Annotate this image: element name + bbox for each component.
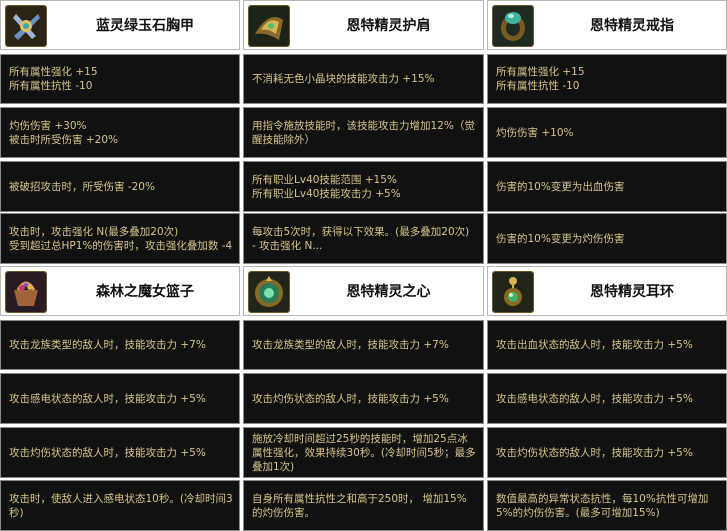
item-title: 恩特精灵之心 bbox=[346, 284, 431, 300]
effect-cell: 攻击龙族类型的敌人时，技能攻击力 +7% bbox=[243, 320, 484, 370]
effect-cell: 被破招攻击时，所受伤害 -20% bbox=[0, 161, 240, 212]
effect-text: 伤害的10%变更为出血伤害 bbox=[496, 180, 720, 194]
effect-line: 攻击感电状态的敌人时，技能攻击力 +5% bbox=[496, 392, 693, 405]
effect-line: 所有属性强化 +15 bbox=[496, 66, 585, 78]
effect-text: 施放冷却时间超过25秒的技能时，增加25点冰属性强化，效果持续30秒。(冷却时间… bbox=[252, 432, 477, 474]
effect-line: 攻击时，攻击强化 N(最多叠加20次) bbox=[9, 225, 179, 238]
effect-cell: 不消耗无色小晶块的技能攻击力 +15% bbox=[243, 54, 484, 104]
item-title: 恩特精灵戒指 bbox=[590, 18, 674, 34]
effect-cell: 攻击感电状态的敌人时，技能攻击力 +5% bbox=[487, 373, 727, 424]
effect-text: 攻击感电状态的敌人时，技能攻击力 +5% bbox=[9, 392, 233, 406]
effect-text: 被破招攻击时，所受伤害 -20% bbox=[9, 180, 233, 194]
heart-gem-icon bbox=[248, 271, 290, 313]
effect-text: 不消耗无色小晶块的技能攻击力 +15% bbox=[252, 72, 477, 86]
effect-line: 受到超过总HP1%的伤害时，攻击强化叠加数 -4 bbox=[9, 239, 233, 252]
item-header: 恩特精灵耳环 bbox=[487, 266, 727, 316]
effect-cell: 伤害的10%变更为出血伤害 bbox=[487, 161, 727, 212]
effect-line: 每攻击5次时，获得以下效果。(最多叠加20次) bbox=[252, 225, 470, 238]
effect-cell: 攻击龙族类型的敌人时，技能攻击力 +7% bbox=[0, 320, 240, 370]
shoulder-armor-icon bbox=[248, 5, 290, 47]
effect-text: 攻击灼伤状态的敌人时，技能攻击力 +5% bbox=[9, 446, 233, 460]
effect-cell: 攻击时，攻击强化 N(最多叠加20次) 受到超过总HP1%的伤害时，攻击强化叠加数… bbox=[0, 213, 240, 264]
effect-text: 攻击出血状态的敌人时，技能攻击力 +5% bbox=[496, 338, 720, 352]
effect-cell: 自身所有属性抗性之和高于250时， 增加15%的灼伤伤害。 bbox=[243, 480, 484, 531]
effect-line: 伤害的10%变更为灼伤伤害 bbox=[496, 232, 625, 245]
effect-line: 攻击灼伤状态的敌人时，技能攻击力 +5% bbox=[496, 446, 693, 459]
item-title: 恩特精灵耳环 bbox=[590, 284, 674, 300]
item-title: 蓝灵绿玉石胸甲 bbox=[96, 18, 194, 34]
item-header: 恩特精灵之心 bbox=[243, 266, 484, 316]
effect-line: 灼伤伤害 +30% bbox=[9, 119, 87, 132]
effect-cell: 攻击灼伤状态的敌人时，技能攻击力 +5% bbox=[0, 427, 240, 478]
item-title: 恩特精灵护肩 bbox=[346, 18, 431, 34]
effect-cell: 攻击感电状态的敌人时，技能攻击力 +5% bbox=[0, 373, 240, 424]
effect-line: 攻击灼伤状态的敌人时，技能攻击力 +5% bbox=[252, 392, 449, 405]
effect-line: 攻击龙族类型的敌人时，技能攻击力 +7% bbox=[252, 339, 449, 351]
effect-text: 灼伤伤害 +10% bbox=[496, 126, 720, 140]
equipment-comparison-grid: 蓝灵绿玉石胸甲所有属性强化 +15 所有属性抗性 -10 灼伤伤害 +30% 被击时所… bbox=[0, 0, 727, 531]
effect-text: 伤害的10%变更为灼伤伤害 bbox=[496, 232, 720, 246]
effect-cell: 所有属性强化 +15 所有属性抗性 -10 bbox=[487, 54, 727, 104]
effect-cell: 数值最高的异常状态抗性，每10%抗性可增加5%的灼伤伤害。(最多可增加15%) bbox=[487, 480, 727, 531]
effect-text: 攻击灼伤状态的敌人时，技能攻击力 +5% bbox=[252, 392, 477, 406]
effect-text: 攻击龙族类型的敌人时，技能攻击力 +7% bbox=[252, 338, 477, 352]
effect-line: 攻击出血状态的敌人时，技能攻击力 +5% bbox=[496, 339, 693, 351]
effect-line: 施放冷却时间超过25秒的技能时，增加25点冰属性强化，效果持续30秒。(冷却时间… bbox=[252, 432, 476, 473]
effect-line: 灼伤伤害 +10% bbox=[496, 126, 574, 139]
effect-cell: 灼伤伤害 +30% 被击时所受伤害 +20% bbox=[0, 107, 240, 158]
effect-line: 所有属性强化 +15 bbox=[9, 66, 98, 78]
earring-icon bbox=[492, 271, 534, 313]
effect-text: 每攻击5次时，获得以下效果。(最多叠加20次) - 攻击强化 N... bbox=[252, 225, 477, 253]
effect-cell: 攻击灼伤状态的敌人时，技能攻击力 +5% bbox=[243, 373, 484, 424]
effect-cell: 灼伤伤害 +10% bbox=[487, 107, 727, 158]
effect-line: 攻击灼伤状态的敌人时，技能攻击力 +5% bbox=[9, 446, 206, 459]
effect-text: 攻击感电状态的敌人时，技能攻击力 +5% bbox=[496, 392, 720, 406]
effect-line: 攻击感电状态的敌人时，技能攻击力 +5% bbox=[9, 392, 206, 405]
ring-icon bbox=[492, 5, 534, 47]
effect-text: 所有属性强化 +15 所有属性抗性 -10 bbox=[9, 65, 233, 93]
effect-line: 所有属性抗性 -10 bbox=[496, 80, 580, 92]
effect-line: 不消耗无色小晶块的技能攻击力 +15% bbox=[252, 73, 435, 85]
effect-text: 所有属性强化 +15 所有属性抗性 -10 bbox=[496, 65, 720, 93]
effect-cell: 所有属性强化 +15 所有属性抗性 -10 bbox=[0, 54, 240, 104]
effect-text: 攻击时，使敌人进入感电状态10秒。(冷却时间3秒) bbox=[9, 492, 233, 520]
chest-armor-icon bbox=[5, 5, 47, 47]
effect-cell: 施放冷却时间超过25秒的技能时，增加25点冰属性强化，效果持续30秒。(冷却时间… bbox=[243, 427, 484, 478]
effect-text: 攻击时，攻击强化 N(最多叠加20次) 受到超过总HP1%的伤害时，攻击强化叠加数… bbox=[9, 225, 233, 253]
effect-cell: 所有职业Lv40技能范围 +15% 所有职业Lv40技能攻击力 +5% bbox=[243, 161, 484, 212]
effect-line: 数值最高的异常状态抗性，每10%抗性可增加5%的灼伤伤害。(最多可增加15%) bbox=[496, 492, 709, 519]
effect-text: 所有职业Lv40技能范围 +15% 所有职业Lv40技能攻击力 +5% bbox=[252, 173, 477, 201]
item-title: 森林之魔女篮子 bbox=[96, 284, 194, 300]
effect-line: 自身所有属性抗性之和高于250时， 增加15%的灼伤伤害。 bbox=[252, 492, 467, 519]
effect-cell: 攻击时，使敌人进入感电状态10秒。(冷却时间3秒) bbox=[0, 480, 240, 531]
effect-cell: 伤害的10%变更为灼伤伤害 bbox=[487, 213, 727, 264]
effect-line: 攻击时，使敌人进入感电状态10秒。(冷却时间3秒) bbox=[9, 492, 233, 519]
effect-line: - 攻击强化 N... bbox=[252, 239, 323, 252]
effect-cell: 攻击灼伤状态的敌人时，技能攻击力 +5% bbox=[487, 427, 727, 478]
effect-cell: 用指令施放技能时，该技能攻击力增加12%（觉醒技能除外） bbox=[243, 107, 484, 158]
effect-line: 所有职业Lv40技能攻击力 +5% bbox=[252, 187, 401, 200]
effect-line: 攻击龙族类型的敌人时，技能攻击力 +7% bbox=[9, 339, 206, 351]
effect-line: 用指令施放技能时，该技能攻击力增加12%（觉醒技能除外） bbox=[252, 119, 475, 146]
effect-line: 伤害的10%变更为出血伤害 bbox=[496, 180, 625, 193]
effect-text: 灼伤伤害 +30% 被击时所受伤害 +20% bbox=[9, 119, 233, 147]
effect-cell: 每攻击5次时，获得以下效果。(最多叠加20次) - 攻击强化 N... bbox=[243, 213, 484, 264]
effect-text: 自身所有属性抗性之和高于250时， 增加15%的灼伤伤害。 bbox=[252, 492, 477, 520]
item-header: 恩特精灵护肩 bbox=[243, 0, 484, 50]
effect-text: 攻击灼伤状态的敌人时，技能攻击力 +5% bbox=[496, 446, 720, 460]
effect-line: 所有职业Lv40技能范围 +15% bbox=[252, 173, 397, 186]
effect-text: 用指令施放技能时，该技能攻击力增加12%（觉醒技能除外） bbox=[252, 119, 477, 147]
item-header: 森林之魔女篮子 bbox=[0, 266, 240, 316]
effect-line: 被破招攻击时，所受伤害 -20% bbox=[9, 180, 155, 193]
effect-line: 被击时所受伤害 +20% bbox=[9, 133, 118, 146]
item-header: 蓝灵绿玉石胸甲 bbox=[0, 0, 240, 50]
effect-text: 数值最高的异常状态抗性，每10%抗性可增加5%的灼伤伤害。(最多可增加15%) bbox=[496, 492, 720, 520]
basket-icon bbox=[5, 271, 47, 313]
effect-cell: 攻击出血状态的敌人时，技能攻击力 +5% bbox=[487, 320, 727, 370]
effect-line: 所有属性抗性 -10 bbox=[9, 80, 93, 92]
effect-text: 攻击龙族类型的敌人时，技能攻击力 +7% bbox=[9, 338, 233, 352]
item-header: 恩特精灵戒指 bbox=[487, 0, 727, 50]
